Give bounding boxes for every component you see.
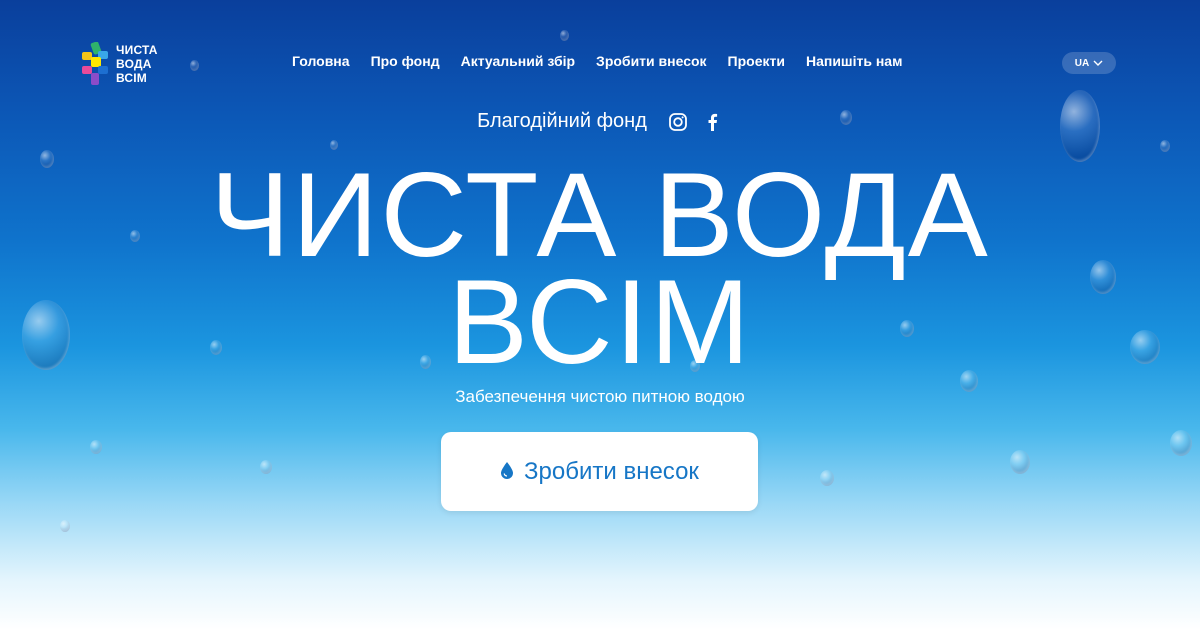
donate-button[interactable]: Зробити внесок bbox=[441, 432, 758, 511]
language-selected: UA bbox=[1074, 57, 1090, 69]
main-nav: Головна Про фонд Актуальний збір Зробити… bbox=[292, 53, 902, 69]
instagram-icon[interactable] bbox=[667, 111, 689, 133]
nav-item-current-fundraiser[interactable]: Актуальний збір bbox=[461, 53, 575, 69]
nav-item-contact[interactable]: Напишіть нам bbox=[806, 53, 902, 69]
nav-item-about[interactable]: Про фонд bbox=[371, 53, 440, 69]
water-drop-icon bbox=[500, 458, 514, 486]
fund-label: Благодійний фонд bbox=[477, 110, 647, 132]
tagline: Забезпечення чистою питною водою bbox=[455, 387, 745, 406]
headline-line-2: ВСІМ bbox=[447, 255, 752, 389]
logo-line: ВОДА bbox=[116, 57, 152, 71]
facebook-icon[interactable] bbox=[701, 111, 723, 133]
logo-text: ЧИСТА ВОДА ВСІМ bbox=[116, 43, 158, 85]
logo-line: ВСІМ bbox=[116, 71, 148, 85]
fund-row: Благодійний фонд bbox=[0, 110, 1200, 133]
language-selector[interactable]: UA bbox=[1062, 52, 1116, 74]
nav-item-home[interactable]: Головна bbox=[292, 53, 350, 69]
logo-mark-icon bbox=[82, 41, 110, 86]
logo-line: ЧИСТА bbox=[116, 43, 158, 57]
nav-item-projects[interactable]: Проекти bbox=[728, 53, 785, 69]
chevron-down-icon bbox=[1093, 58, 1103, 69]
donate-button-label: Зробити внесок bbox=[524, 457, 699, 485]
logo[interactable]: ЧИСТА ВОДА ВСІМ bbox=[82, 41, 158, 86]
nav-item-donate[interactable]: Зробити внесок bbox=[596, 53, 707, 69]
